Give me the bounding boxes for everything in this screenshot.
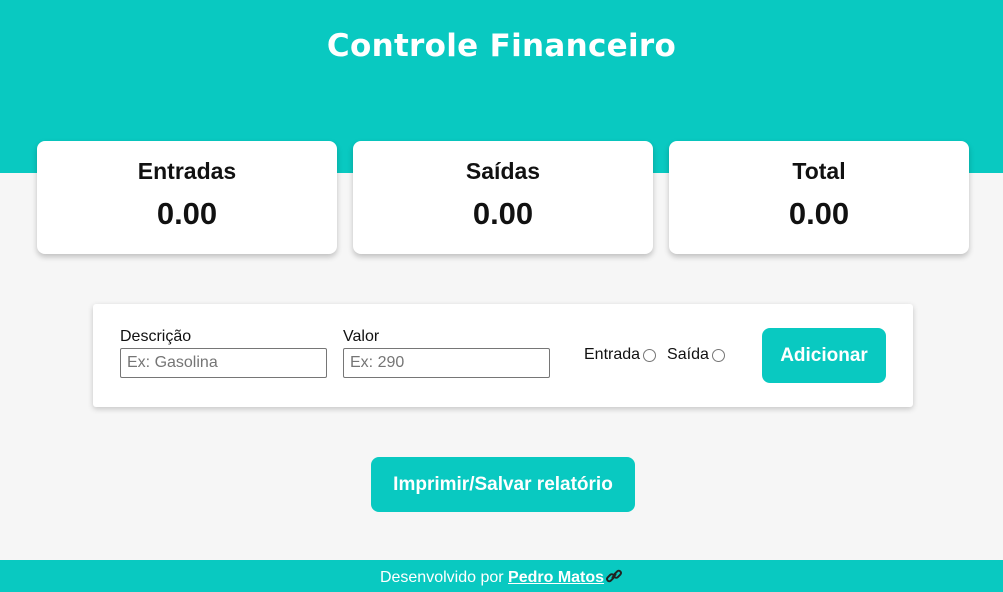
footer-text: Desenvolvido por [379, 569, 504, 586]
valor-label: Valor [343, 328, 380, 345]
link-icon [606, 569, 623, 583]
total-value: 0.00 [788, 196, 850, 231]
tipo-radio-group: Entrada Saída [584, 346, 736, 364]
author-link-text: Pedro Matos [508, 569, 605, 586]
valor-input[interactable] [343, 348, 550, 378]
print-report-button[interactable]: Imprimir/Salvar relatório [371, 457, 635, 512]
page-title: Controle Financeiro [326, 28, 677, 64]
descricao-input[interactable] [120, 348, 327, 378]
summary-card-saidas: Saídas 0.00 [353, 141, 653, 254]
saidas-value: 0.00 [472, 196, 534, 231]
descricao-label: Descrição [120, 328, 192, 345]
total-label: Total [792, 158, 846, 184]
add-button[interactable]: Adicionar [762, 328, 886, 383]
transaction-form: Descrição Valor Entrada Saída Adicionar [93, 304, 913, 407]
saidas-label: Saídas [465, 158, 541, 184]
entrada-radio[interactable] [643, 348, 657, 362]
saida-radio-label: Saída [667, 346, 709, 363]
author-link[interactable]: Pedro Matos [508, 569, 623, 586]
entrada-radio-label: Entrada [584, 346, 641, 363]
summary-card-total: Total 0.00 [669, 141, 969, 254]
entradas-value: 0.00 [156, 196, 218, 231]
entradas-label: Entradas [137, 158, 237, 184]
footer: Desenvolvido por Pedro Matos [0, 560, 1003, 592]
summary-card-entradas: Entradas 0.00 [37, 141, 337, 254]
saida-radio[interactable] [711, 348, 725, 362]
page: Controle Financeiro Entradas 0.00 Saídas… [0, 0, 1003, 592]
